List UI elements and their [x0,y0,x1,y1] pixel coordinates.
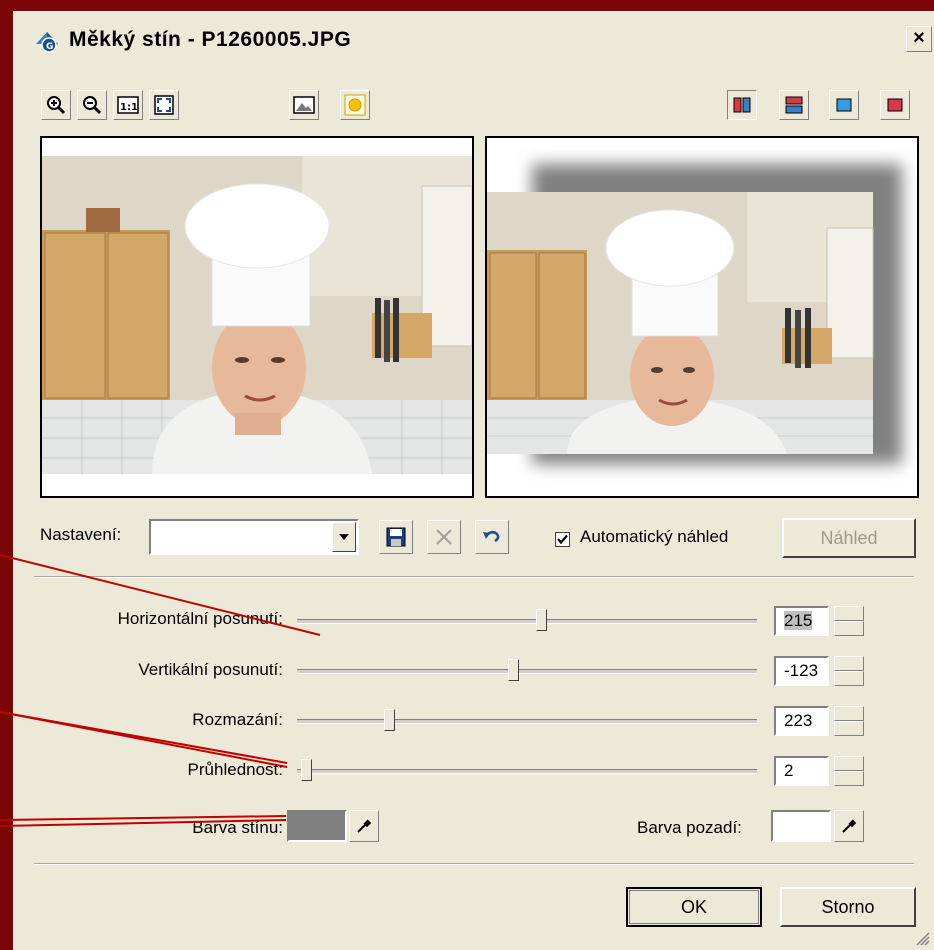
opacity-label: Průhlednost: [187,760,283,779]
vertical-offset-value: -123 [784,661,819,680]
enhance-button[interactable] [340,90,370,120]
opacity-track[interactable] [297,769,757,774]
view-stacked-button[interactable] [779,90,809,120]
vertical-offset-spinner[interactable] [834,656,864,686]
background-color-picker[interactable] [834,810,864,842]
spin-up-icon[interactable] [834,606,864,621]
horizontal-offset-spinner[interactable] [834,606,864,636]
zoom-in-button[interactable] [41,90,71,120]
spin-up-icon[interactable] [834,706,864,721]
blur-value: 223 [784,711,813,730]
result-preview [485,136,919,498]
chevron-down-icon [339,534,349,540]
original-preview [40,136,474,498]
title-bar: G Měkký stín - P1260005.JPG × [14,12,934,68]
after-view-icon [836,98,852,112]
actual-size-button[interactable]: 1:1 [113,90,143,120]
spin-down-icon[interactable] [834,721,864,736]
background-color-swatch[interactable] [771,810,831,842]
actual-size-icon: 1:1 [117,96,139,114]
opacity-value: 2 [784,761,794,780]
preview-button[interactable]: Náhled [782,518,916,558]
zoom-out-button[interactable] [77,90,107,120]
auto-preview-label: Automatický náhled [580,527,729,546]
shadow-color-label: Barva stínu: [192,818,283,837]
zoom-in-icon [47,96,66,115]
landscape-icon [293,96,315,114]
split-horizontal-icon [785,96,803,114]
spin-down-icon[interactable] [834,671,864,686]
background-color-label: Barva pozadí: [637,818,742,837]
split-vertical-icon [733,97,751,113]
spin-down-icon[interactable] [834,771,864,786]
blur-input[interactable]: 223 [774,706,829,736]
separator [34,863,914,865]
zoom-out-icon [83,96,102,115]
resize-grip-icon[interactable] [914,930,930,946]
fit-window-icon [154,95,174,115]
svg-text:1:1: 1:1 [120,102,138,113]
spin-up-icon[interactable] [834,756,864,771]
svg-text:G: G [46,42,53,52]
horizontal-offset-track[interactable] [297,619,757,624]
vertical-offset-thumb[interactable] [508,659,520,681]
before-view-icon [887,98,903,112]
fit-to-window-button[interactable] [149,90,179,120]
shadow-color-picker[interactable] [349,810,379,842]
show-original-button[interactable] [289,90,319,120]
settings-label: Nastavení: [40,525,122,544]
preset-dropdown-button[interactable] [332,522,356,552]
horizontal-offset-input[interactable]: 215 [774,606,829,636]
blur-thumb[interactable] [384,709,395,731]
undo-button[interactable] [475,520,509,554]
sun-icon [344,94,366,116]
opacity-spinner[interactable] [834,756,864,786]
view-side-by-side-button[interactable] [727,90,757,120]
eyedropper-icon [842,819,857,833]
undo-arrow-icon [483,531,500,543]
ok-button[interactable]: OK [626,887,762,927]
opacity-input[interactable]: 2 [774,756,829,786]
vertical-offset-input[interactable]: -123 [774,656,829,686]
delete-preset-button[interactable] [427,520,461,554]
auto-preview-checkbox[interactable] [555,532,570,547]
delete-x-icon [436,529,452,545]
dialog-title: Měkký stín - P1260005.JPG [69,28,352,51]
original-photo [42,138,472,496]
separator [34,576,914,578]
opacity-thumb[interactable] [301,759,313,781]
result-photo [487,138,917,496]
blur-label: Rozmazání: [192,710,283,729]
blur-track[interactable] [297,719,757,724]
soft-shadow-dialog: G Měkký stín - P1260005.JPG × 1:1 Nastav… [13,11,934,950]
horizontal-offset-value: 215 [784,611,813,630]
close-button[interactable]: × [906,26,932,52]
spin-down-icon[interactable] [834,621,864,636]
horizontal-offset-thumb[interactable] [535,609,547,631]
shadow-color-swatch[interactable] [287,810,347,842]
blur-spinner[interactable] [834,706,864,736]
floppy-disk-icon [386,527,406,547]
view-after-button[interactable] [829,90,859,120]
preset-select[interactable] [149,519,359,555]
spin-up-icon[interactable] [834,656,864,671]
horizontal-offset-label: Horizontální posunutí: [117,609,283,628]
app-icon: G [36,32,58,53]
eyedropper-icon [357,819,372,833]
checkmark-icon [557,534,568,545]
vertical-offset-track[interactable] [297,669,757,674]
save-preset-button[interactable] [379,520,413,554]
cancel-button[interactable]: Storno [780,887,916,927]
vertical-offset-label: Vertikální posunutí: [138,660,283,679]
view-before-button[interactable] [880,90,910,120]
